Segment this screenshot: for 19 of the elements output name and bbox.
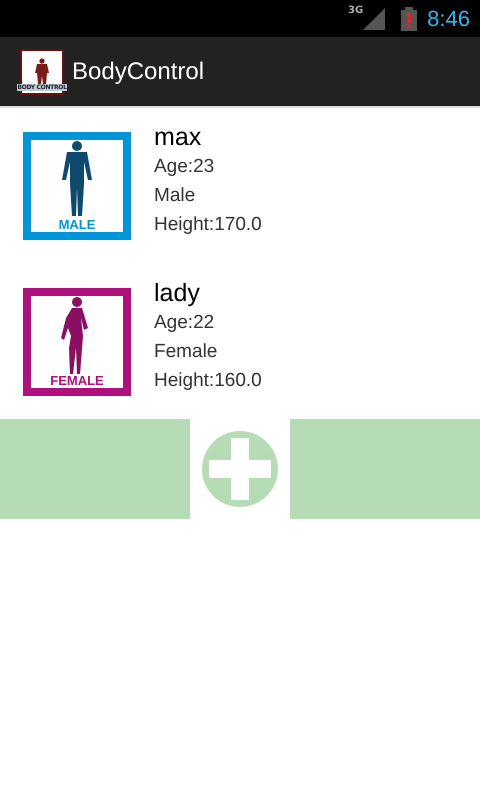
figure-icon	[33, 58, 51, 84]
person-age: Age:23	[154, 155, 216, 179]
person-item[interactable]: FEMALE lady Age:22 Female Height:160.0	[0, 278, 480, 396]
person-height: Height:170.0	[154, 213, 262, 237]
person-gender: Male	[154, 184, 196, 208]
person-height: Height:160.0	[154, 369, 262, 393]
plus-icon	[201, 430, 279, 508]
gender-caption: FEMALE	[50, 374, 104, 388]
person-age: Age:22	[154, 311, 216, 335]
battery-alert-icon	[401, 6, 418, 30]
app-title: BodyControl	[72, 58, 204, 86]
gender-caption: MALE	[58, 218, 96, 232]
person-name: lady	[154, 278, 201, 308]
network-label: 3G	[348, 5, 364, 16]
clock: 8:46	[427, 6, 470, 32]
signal-icon	[363, 8, 386, 30]
person-gender: Female	[154, 340, 218, 364]
person-name: max	[154, 122, 202, 152]
person-item[interactable]: MALE max Age:23 Male Height:170.0	[0, 122, 480, 240]
